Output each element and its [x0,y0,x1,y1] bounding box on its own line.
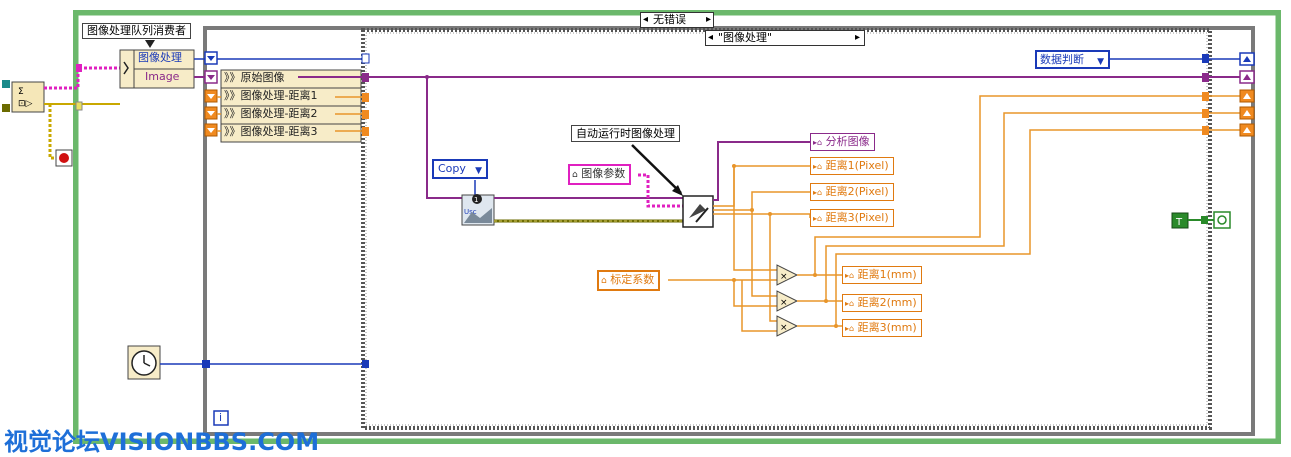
loop-condition-terminal[interactable] [1213,211,1231,229]
unbundle-field-2: Image [145,70,180,83]
watermark: 视觉论坛VISIONBBS.COM [4,428,320,456]
case-structure-frame [361,28,1212,430]
svg-text:×: × [780,323,788,333]
mm-output-1[interactable]: ▸⌂ 距离1(mm) [842,266,922,284]
case-selector-right-arrow[interactable]: ▸ [706,13,711,27]
mm-output-1-label: 距离1(mm) [857,268,917,281]
cluster-item-distance-3: 》》图像处理-距离3 [224,125,318,138]
cluster-item-distance-1: 》》图像处理-距离1 [224,89,318,102]
right-triangle-icon: ▸⌂ [845,299,855,308]
mm-output-2-label: 距离2(mm) [857,296,917,309]
image-param-label: 图像参数 [581,167,626,180]
home-icon: ⌂ [601,276,607,286]
right-triangle-icon: ▸⌂ [845,271,855,280]
case-selector[interactable]: ◂ 无错误 ▸ [640,12,714,28]
data-judgment-enum[interactable]: 数据判断 ▼ [1035,50,1110,69]
svg-text:1: 1 [474,196,478,204]
right-triangle-icon: ▸⌂ [813,214,823,223]
analysis-image-label: 分析图像 [825,135,870,148]
right-triangle-icon: ▸⌂ [813,138,823,147]
inner-case-selector-value: "图像处理" [718,31,773,44]
pixel-output-3[interactable]: ▸⌂ 距离3(Pixel) [810,209,894,227]
annotation-label: 自动运行时图像处理 [571,125,680,142]
svg-text:×: × [780,298,788,308]
inner-case-selector-right-arrow[interactable]: ▸ [855,31,860,45]
calibration-coefficient-label: 标定系数 [610,273,655,286]
pixel-output-3-label: 距离3(Pixel) [825,211,889,224]
right-triangle-icon: ▸⌂ [845,324,855,333]
mm-output-2[interactable]: ▸⌂ 距离2(mm) [842,294,922,312]
cluster-item-original-image: 》》原始图像 [224,71,285,84]
data-judgment-label: 数据判断 [1040,53,1084,66]
svg-text:Σ: Σ [18,87,24,97]
svg-text:⊡▷: ⊡▷ [18,99,33,109]
inner-case-selector-left-arrow[interactable]: ◂ [708,31,713,45]
pixel-output-2-label: 距离2(Pixel) [825,185,889,198]
pixel-output-1-label: 距离1(Pixel) [825,159,889,172]
svg-text:×: × [780,272,788,282]
right-triangle-icon: ▸⌂ [813,162,823,171]
pixel-output-2[interactable]: ▸⌂ 距离2(Pixel) [810,183,894,201]
cluster-item-distance-2: 》》图像处理-距离2 [224,107,318,120]
pixel-output-1[interactable]: ▸⌂ 距离1(Pixel) [810,157,894,175]
home-icon: ⌂ [572,170,578,180]
case-selector-value: 无错误 [653,13,686,26]
chevron-down-icon: ▼ [1097,57,1104,67]
unbundle-field-1: 图像处理 [138,51,182,64]
svg-text:T: T [1175,217,1183,228]
analysis-image-indicator[interactable]: ▸⌂ 分析图像 [810,133,875,151]
calibration-coefficient-control[interactable]: ⌂ 标定系数 [597,270,661,291]
copy-enum-value: Copy [438,162,466,175]
image-param-control[interactable]: ⌂ 图像参数 [568,164,632,185]
inner-case-selector[interactable]: ◂ "图像处理" ▸ [705,30,865,46]
mm-output-3[interactable]: ▸⌂ 距离3(mm) [842,319,922,337]
copy-enum-control[interactable]: Copy ▼ [432,159,488,179]
mm-output-3-label: 距离3(mm) [857,321,917,334]
case-selector-left-arrow[interactable]: ◂ [643,13,648,27]
chevron-down-icon: ▼ [475,166,482,176]
right-triangle-icon: ▸⌂ [813,188,823,197]
queue-consumer-label: 图像处理队列消费者 [82,23,191,39]
